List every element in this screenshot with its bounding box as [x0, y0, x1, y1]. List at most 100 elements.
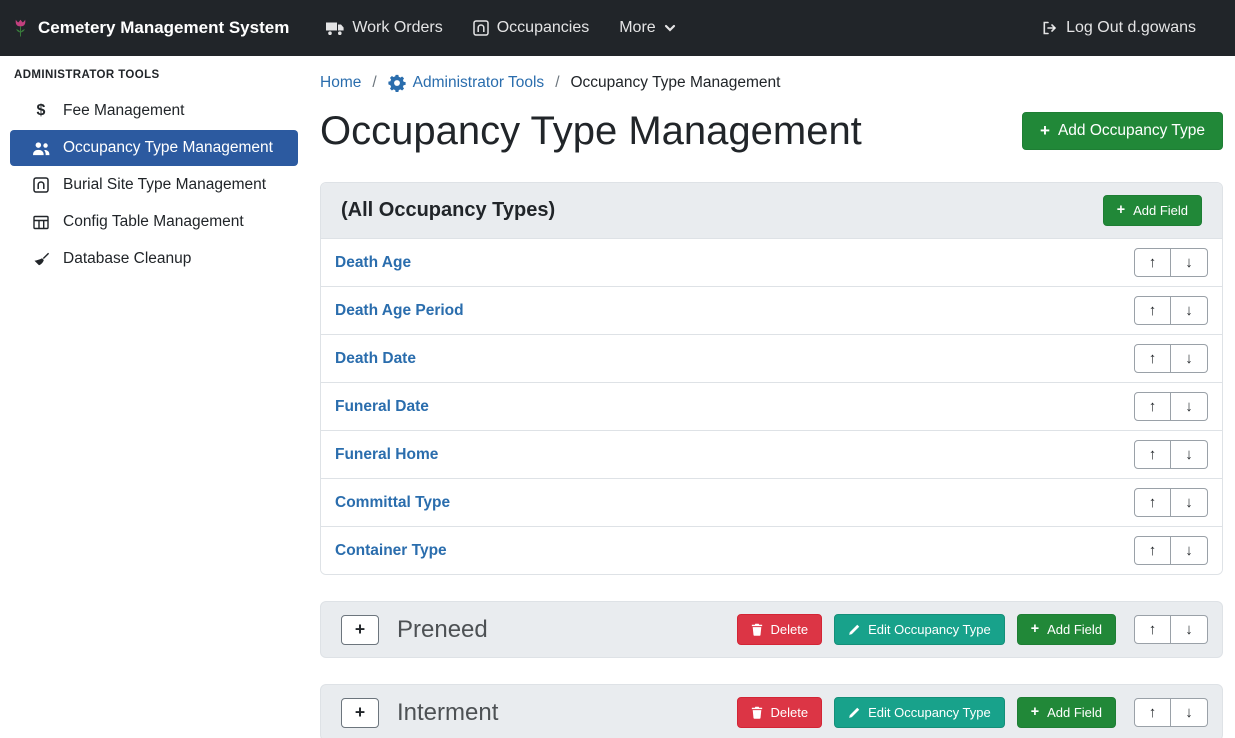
sidebar-item-burial-site-type-management[interactable]: Burial Site Type Management — [10, 167, 298, 203]
move-up-button[interactable]: ↑ — [1134, 440, 1171, 469]
move-up-button[interactable]: ↑ — [1134, 392, 1171, 421]
sidebar-item-database-cleanup[interactable]: Database Cleanup — [10, 241, 298, 277]
arrow-up-icon: ↑ — [1149, 704, 1157, 721]
field-row: Committal Type ↑ ↓ — [321, 479, 1222, 527]
edit-occupancy-type-button[interactable]: Edit Occupancy Type — [834, 697, 1005, 728]
plus-icon: + — [1031, 622, 1039, 636]
field-link[interactable]: Funeral Home — [335, 446, 438, 464]
top-navbar: Cemetery Management System Work Orders O… — [0, 0, 1235, 56]
breadcrumb-admin-tools-link[interactable]: Administrator Tools — [388, 74, 545, 92]
nav-more[interactable]: More — [604, 11, 690, 45]
move-up-button[interactable]: ↑ — [1134, 248, 1171, 277]
nav-occupancies[interactable]: Occupancies — [458, 11, 605, 45]
main-nav: Work Orders Occupancies More — [311, 11, 690, 45]
sidebar-item-fee-management[interactable]: $ Fee Management — [10, 93, 298, 129]
arrow-up-icon: ↑ — [1149, 398, 1157, 415]
edit-occupancy-type-button[interactable]: Edit Occupancy Type — [834, 614, 1005, 645]
section-actions: Delete Edit Occupancy Type + Add Field ↑ — [737, 697, 1208, 728]
reorder-controls: ↑ ↓ — [1134, 440, 1208, 469]
move-down-button[interactable]: ↓ — [1171, 440, 1208, 469]
arrow-up-icon: ↑ — [1149, 350, 1157, 367]
plus-icon: + — [1117, 203, 1125, 217]
move-down-button[interactable]: ↓ — [1171, 344, 1208, 373]
arrow-up-icon: ↑ — [1149, 542, 1157, 559]
move-up-button[interactable]: ↑ — [1134, 698, 1171, 727]
move-down-button[interactable]: ↓ — [1171, 488, 1208, 517]
table-icon — [30, 215, 52, 230]
sidebar-heading: Administrator Tools — [10, 69, 298, 93]
section-actions: Delete Edit Occupancy Type + Add Field ↑ — [737, 614, 1208, 645]
add-occupancy-type-button[interactable]: + Add Occupancy Type — [1022, 112, 1223, 150]
move-down-button[interactable]: ↓ — [1171, 248, 1208, 277]
field-row: Container Type ↑ ↓ — [321, 527, 1222, 574]
expand-button[interactable]: + — [341, 615, 379, 645]
delete-label: Delete — [771, 705, 809, 720]
move-down-button[interactable]: ↓ — [1171, 698, 1208, 727]
arrow-down-icon: ↓ — [1185, 254, 1193, 271]
arrow-down-icon: ↓ — [1185, 704, 1193, 721]
breadcrumb-home-link[interactable]: Home — [320, 74, 361, 92]
add-field-button[interactable]: + Add Field — [1017, 697, 1116, 728]
plus-icon: + — [1040, 122, 1050, 139]
add-field-button[interactable]: + Add Field — [1017, 614, 1116, 645]
move-down-button[interactable]: ↓ — [1171, 615, 1208, 644]
nav-more-label: More — [619, 19, 655, 37]
reorder-controls: ↑ ↓ — [1134, 392, 1208, 421]
field-link[interactable]: Container Type — [335, 542, 447, 560]
page-title: Occupancy Type Management — [320, 108, 862, 154]
reorder-controls: ↑ ↓ — [1134, 248, 1208, 277]
move-down-button[interactable]: ↓ — [1171, 392, 1208, 421]
field-row: Death Date ↑ ↓ — [321, 335, 1222, 383]
move-up-button[interactable]: ↑ — [1134, 536, 1171, 565]
breadcrumb-separator: / — [372, 74, 376, 92]
breadcrumb: Home / Administrator Tools / Occupancy T… — [320, 70, 1223, 92]
arrow-down-icon: ↓ — [1185, 350, 1193, 367]
reorder-controls: ↑ ↓ — [1134, 615, 1208, 644]
add-field-button[interactable]: + Add Field — [1103, 195, 1202, 226]
admin-tools-sidebar: Administrator Tools $ Fee Management Occ… — [0, 56, 308, 278]
breadcrumb-separator: / — [555, 74, 559, 92]
move-up-button[interactable]: ↑ — [1134, 488, 1171, 517]
field-link[interactable]: Death Age — [335, 254, 411, 272]
sidebar-item-label: Database Cleanup — [63, 250, 191, 268]
nav-work-orders-label: Work Orders — [352, 19, 442, 37]
delete-button[interactable]: Delete — [737, 614, 823, 645]
reorder-controls: ↑ ↓ — [1134, 536, 1208, 565]
edit-occupancy-type-label: Edit Occupancy Type — [868, 622, 991, 637]
move-down-button[interactable]: ↓ — [1171, 296, 1208, 325]
arrow-down-icon: ↓ — [1185, 494, 1193, 511]
sidebar-item-occupancy-type-management[interactable]: Occupancy Type Management — [10, 130, 298, 166]
field-link[interactable]: Death Age Period — [335, 302, 464, 320]
work-orders-icon — [326, 21, 344, 36]
delete-label: Delete — [771, 622, 809, 637]
arrow-up-icon: ↑ — [1149, 302, 1157, 319]
add-field-label: Add Field — [1047, 705, 1102, 720]
reorder-controls: ↑ ↓ — [1134, 488, 1208, 517]
nav-work-orders[interactable]: Work Orders — [311, 11, 457, 45]
move-up-button[interactable]: ↑ — [1134, 615, 1171, 644]
gear-icon — [388, 74, 406, 92]
arrow-up-icon: ↑ — [1149, 446, 1157, 463]
trash-icon — [751, 623, 763, 636]
move-up-button[interactable]: ↑ — [1134, 344, 1171, 373]
app-brand[interactable]: Cemetery Management System — [12, 18, 289, 38]
logout-icon — [1041, 20, 1058, 36]
arrow-up-icon: ↑ — [1149, 494, 1157, 511]
sidebar-item-label: Fee Management — [63, 102, 185, 120]
pencil-icon — [848, 707, 860, 719]
burial-site-icon — [30, 177, 52, 193]
all-occupancy-types-card: (All Occupancy Types) + Add Field Death … — [320, 182, 1223, 575]
expand-button[interactable]: + — [341, 698, 379, 728]
move-up-button[interactable]: ↑ — [1134, 296, 1171, 325]
field-link[interactable]: Committal Type — [335, 494, 450, 512]
delete-button[interactable]: Delete — [737, 697, 823, 728]
all-occupancy-types-header: (All Occupancy Types) + Add Field — [321, 183, 1222, 239]
pencil-icon — [848, 624, 860, 636]
move-down-button[interactable]: ↓ — [1171, 536, 1208, 565]
field-link[interactable]: Death Date — [335, 350, 416, 368]
sidebar-item-label: Burial Site Type Management — [63, 176, 266, 194]
logout-button[interactable]: Log Out d.gowans — [1026, 11, 1211, 45]
section-title: Preneed — [397, 616, 737, 644]
field-link[interactable]: Funeral Date — [335, 398, 429, 416]
sidebar-item-config-table-management[interactable]: Config Table Management — [10, 204, 298, 240]
